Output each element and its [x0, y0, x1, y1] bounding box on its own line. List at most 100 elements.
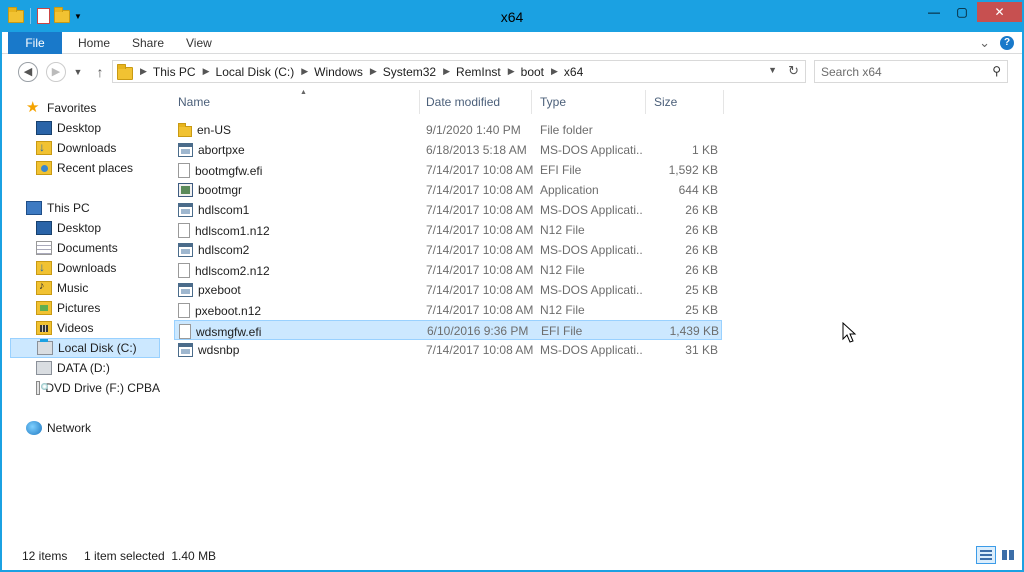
maximize-button[interactable]: ▢: [949, 2, 975, 22]
file-name: pxeboot: [198, 283, 241, 297]
tab-file[interactable]: File: [8, 32, 62, 54]
column-header-name[interactable]: ▲ Name: [172, 89, 420, 114]
app-icon: [178, 143, 193, 157]
nav-label: Recent places: [57, 161, 134, 175]
window-controls: — ▢ ✕: [919, 2, 1022, 22]
downloads-icon: [36, 140, 52, 155]
file-type: File folder: [540, 123, 593, 137]
file-icon: [178, 163, 190, 178]
file-row[interactable]: bootmgfw.efi 7/14/2017 10:08 AM EFI File 1,…: [174, 160, 722, 180]
file-size: 1 KB: [691, 143, 718, 157]
tab-home[interactable]: Home: [64, 32, 124, 54]
file-name: hdlscom1: [198, 203, 250, 217]
item-count: 12 items: [22, 549, 68, 563]
nav-label: Favorites: [47, 101, 97, 115]
column-header-size[interactable]: Size: [648, 90, 724, 114]
refresh-icon[interactable]: ↻: [788, 63, 799, 79]
breadcrumb-local-disk[interactable]: Local Disk (C:) ▶: [216, 65, 315, 79]
address-bar[interactable]: ▶ This PC ▶ Local Disk (C:) ▶ Windows ▶ Sys…: [112, 60, 806, 83]
dvd-drive-icon: [36, 381, 49, 395]
title-bar[interactable]: ▼ x64 — ▢ ✕: [2, 2, 1022, 32]
file-type: MS-DOS Applicati...: [540, 143, 642, 157]
file-date: 7/14/2017 10:08 AM: [426, 163, 534, 177]
tab-view[interactable]: View: [172, 32, 226, 54]
large-icons-view-button[interactable]: [998, 546, 1018, 564]
column-label: Date modified: [426, 95, 501, 109]
file-row[interactable]: hdlscom1 7/14/2017 10:08 AM MS-DOS Applica…: [174, 200, 722, 220]
address-dropdown-icon[interactable]: ▼: [768, 65, 777, 75]
file-row[interactable]: wdsmgfw.efi 6/10/2016 9:36 PM EFI File 1,43…: [174, 320, 722, 340]
folder-icon: [117, 63, 133, 80]
breadcrumb-boot[interactable]: boot ▶: [521, 65, 564, 79]
file-name-cell[interactable]: wdsmgfw.efi: [179, 324, 417, 339]
file-icon: [178, 223, 190, 238]
file-name-cell[interactable]: wdsnbp: [178, 343, 416, 357]
breadcrumb-reminst[interactable]: RemInst ▶: [456, 65, 521, 79]
file-row[interactable]: hdlscom1.n12 7/14/2017 10:08 AM N12 File 26…: [174, 220, 722, 240]
column-header-type[interactable]: Type: [534, 90, 646, 114]
breadcrumb-this-pc[interactable]: This PC ▶: [153, 65, 216, 79]
file-row[interactable]: en-US 9/1/2020 1:40 PM File folder: [174, 120, 722, 140]
file-date: 7/14/2017 10:08 AM: [426, 243, 534, 257]
file-row[interactable]: bootmgr 7/14/2017 10:08 AM Application 644 …: [174, 180, 722, 200]
file-row[interactable]: hdlscom2.n12 7/14/2017 10:08 AM N12 File 26…: [174, 260, 722, 280]
details-view-button[interactable]: [976, 546, 996, 564]
file-name: pxeboot.n12: [195, 303, 262, 318]
file-name-cell[interactable]: bootmgfw.efi: [178, 163, 416, 178]
file-size: 26 KB: [685, 223, 718, 237]
nav-dvd-drive[interactable]: DVD Drive (F:) CPBA: [36, 378, 160, 398]
file-row[interactable]: pxeboot 7/14/2017 10:08 AM MS-DOS Applicat…: [174, 280, 722, 300]
file-type: Application: [540, 183, 599, 197]
folder-icon: [178, 123, 192, 137]
file-name: hdlscom2: [198, 243, 250, 257]
breadcrumb-x64[interactable]: x64: [564, 65, 583, 79]
file-name: hdlscom1.n12: [195, 223, 270, 238]
nav-label: Videos: [57, 321, 94, 335]
column-label: Type: [540, 95, 567, 109]
drive-icon: [36, 361, 52, 375]
recent-locations-button[interactable]: ▼: [68, 62, 88, 82]
file-name: wdsnbp: [198, 343, 240, 357]
view-switcher: [976, 546, 1018, 564]
file-name-cell[interactable]: abortpxe: [178, 143, 416, 157]
breadcrumb-root-separator[interactable]: ▶: [133, 66, 153, 77]
file-size: 644 KB: [678, 183, 718, 197]
breadcrumb-system32[interactable]: System32 ▶: [383, 65, 456, 79]
star-icon: ★: [26, 99, 40, 116]
forward-button[interactable]: ▶: [46, 62, 66, 82]
nav-label: DVD Drive (F:) CPBA: [45, 381, 160, 395]
file-name-cell[interactable]: bootmgr: [178, 183, 416, 197]
file-name-cell[interactable]: pxeboot.n12: [178, 303, 416, 318]
file-row[interactable]: wdsnbp 7/14/2017 10:08 AM MS-DOS Applicati…: [174, 340, 722, 360]
nav-label: This PC: [47, 201, 90, 215]
file-name-cell[interactable]: hdlscom2: [178, 243, 416, 257]
tab-share[interactable]: Share: [118, 32, 178, 54]
breadcrumb-windows[interactable]: Windows ▶: [314, 65, 383, 79]
column-header-date[interactable]: Date modified: [420, 90, 532, 114]
file-name-cell[interactable]: hdlscom1.n12: [178, 223, 416, 238]
close-button[interactable]: ✕: [977, 2, 1022, 22]
file-name-cell[interactable]: en-US: [178, 123, 416, 137]
navigation-pane: ★ Favorites Desktop Downloads Recent pla…: [2, 90, 162, 540]
nav-label: Downloads: [57, 141, 117, 155]
help-icon[interactable]: ?: [1000, 36, 1014, 50]
mouse-cursor-icon: [842, 322, 857, 343]
file-type: N12 File: [540, 303, 585, 317]
nav-local-disk-c[interactable]: Local Disk (C:): [10, 338, 160, 358]
file-size: 1,439 KB: [669, 324, 719, 338]
file-row[interactable]: abortpxe 6/18/2013 5:18 AM MS-DOS Applicat…: [174, 140, 722, 160]
minimize-button[interactable]: —: [921, 2, 947, 22]
up-button[interactable]: ↑: [90, 62, 110, 82]
file-row[interactable]: pxeboot.n12 7/14/2017 10:08 AM N12 File 25 …: [174, 300, 722, 320]
file-name-cell[interactable]: pxeboot: [178, 283, 416, 297]
file-name-cell[interactable]: hdlscom2.n12: [178, 263, 416, 278]
column-label: Name: [178, 95, 211, 109]
file-name-cell[interactable]: hdlscom1: [178, 203, 416, 217]
expand-ribbon-icon[interactable]: ⌄: [979, 35, 990, 51]
file-date: 9/1/2020 1:40 PM: [426, 123, 521, 137]
back-button[interactable]: ◀: [18, 62, 38, 82]
file-name: wdsmgfw.efi: [196, 324, 262, 339]
search-icon[interactable]: ⚲: [992, 64, 1001, 78]
search-box[interactable]: Search x64 ⚲: [814, 60, 1008, 83]
file-row[interactable]: hdlscom2 7/14/2017 10:08 AM MS-DOS Applica…: [174, 240, 722, 260]
